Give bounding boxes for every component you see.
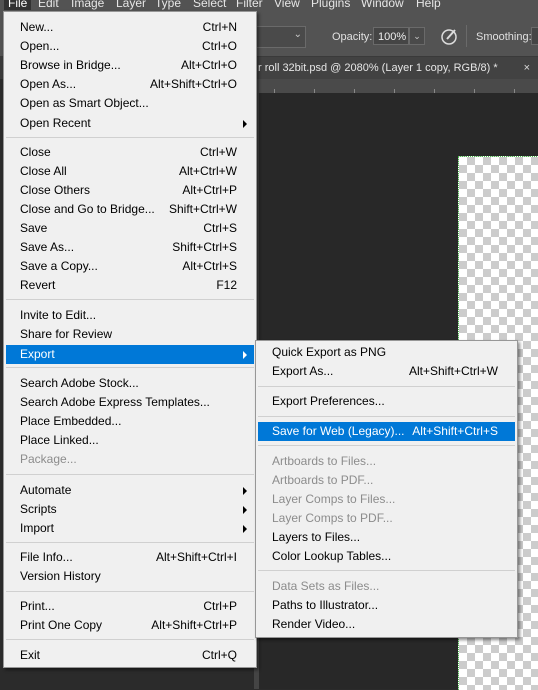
menu-item-open-as-smart-object[interactable]: Open as Smart Object... xyxy=(6,94,254,113)
menu-item-scripts[interactable]: Scripts xyxy=(6,500,254,519)
menu-bar: File Edit Image Layer Type Select Filter… xyxy=(0,0,538,11)
menu-item-file-info[interactable]: File Info... Alt+Shift+Ctrl+I xyxy=(6,548,254,567)
menu-item-save-a-copy[interactable]: Save a Copy... Alt+Ctrl+S xyxy=(6,257,254,276)
chevron-right-icon xyxy=(243,525,247,533)
menu-item-export-as[interactable]: Export As... Alt+Shift+Ctrl+W xyxy=(258,362,515,381)
menu-plugins[interactable]: Plugins xyxy=(311,0,350,10)
opacity-dropdown[interactable]: ⌄ xyxy=(409,27,425,45)
menu-separator xyxy=(6,299,254,300)
menu-item-exit[interactable]: Exit Ctrl+Q xyxy=(6,646,254,665)
smoothing-label: Smoothing: xyxy=(476,31,532,43)
menu-item-print-one-copy[interactable]: Print One Copy Alt+Shift+Ctrl+P xyxy=(6,616,254,635)
menu-item-place-linked[interactable]: Place Linked... xyxy=(6,431,254,450)
menu-item-revert[interactable]: Revert F12 xyxy=(6,276,254,295)
menu-item-package: Package... xyxy=(20,452,77,466)
menu-separator xyxy=(6,367,254,368)
menu-select[interactable]: Select xyxy=(193,0,226,10)
menu-separator xyxy=(6,639,254,640)
brush-mode-dropdown[interactable]: ⌄ xyxy=(256,26,306,48)
menu-separator xyxy=(6,137,254,138)
chevron-right-icon xyxy=(243,487,247,495)
menu-item-close-all[interactable]: Close All Alt+Ctrl+W xyxy=(6,162,254,181)
pressure-opacity-icon[interactable] xyxy=(438,26,460,46)
menu-item-automate[interactable]: Automate xyxy=(6,481,254,500)
menu-item-search-adobe-express-templates[interactable]: Search Adobe Express Templates... xyxy=(6,393,254,412)
menu-help[interactable]: Help xyxy=(416,0,441,10)
menu-item-export[interactable]: Export xyxy=(6,345,254,364)
menu-type[interactable]: Type xyxy=(155,0,181,10)
chevron-right-icon xyxy=(243,120,247,128)
file-menu: New... Ctrl+N Open... Ctrl+O Browse in Bri… xyxy=(3,11,257,668)
menu-view[interactable]: View xyxy=(274,0,300,10)
menu-item-export-preferences[interactable]: Export Preferences... xyxy=(258,392,515,411)
menu-item-import[interactable]: Import xyxy=(6,519,254,538)
menu-item-open[interactable]: Open... Ctrl+O xyxy=(6,37,254,56)
menu-item-open-as[interactable]: Open As... Alt+Shift+Ctrl+O xyxy=(6,75,254,94)
menu-item-render-video[interactable]: Render Video... xyxy=(258,615,515,634)
menu-filter[interactable]: Filter xyxy=(236,0,263,10)
menu-item-quick-export-as-png[interactable]: Quick Export as PNG xyxy=(258,343,515,362)
chevron-right-icon xyxy=(243,506,247,514)
chevron-down-icon: ⌄ xyxy=(413,31,421,41)
export-submenu: Quick Export as PNG Export As... Alt+Shif… xyxy=(255,340,518,638)
options-divider xyxy=(466,25,467,47)
close-icon[interactable]: × xyxy=(524,57,530,79)
menu-item-paths-to-illustrator[interactable]: Paths to Illustrator... xyxy=(258,596,515,615)
menu-item-artboards-to-files: Artboards to Files... xyxy=(272,454,377,468)
menu-item-color-lookup-tables[interactable]: Color Lookup Tables... xyxy=(258,547,515,566)
menu-item-new[interactable]: New... Ctrl+N xyxy=(6,18,254,37)
menu-item-save-as[interactable]: Save As... Shift+Ctrl+S xyxy=(6,238,254,257)
menu-item-browse-in-bridge[interactable]: Browse in Bridge... Alt+Ctrl+O xyxy=(6,56,254,75)
menu-item-version-history[interactable]: Version History xyxy=(6,567,254,586)
chevron-down-icon: ⌄ xyxy=(293,29,302,40)
opacity-input[interactable]: 100% xyxy=(373,27,409,45)
menu-separator xyxy=(258,386,515,387)
menu-window[interactable]: Window xyxy=(361,0,404,10)
menu-separator xyxy=(258,570,515,571)
menu-edit[interactable]: Edit xyxy=(38,0,59,10)
menu-item-data-sets-as-files: Data Sets as Files... xyxy=(272,579,380,593)
menu-item-close-others[interactable]: Close Others Alt+Ctrl+P xyxy=(6,181,254,200)
menu-item-close-and-go-to-bridge[interactable]: Close and Go to Bridge... Shift+Ctrl+W xyxy=(6,200,254,219)
menu-item-layer-comps-to-files: Layer Comps to Files... xyxy=(272,492,396,506)
menu-item-layer-comps-to-pdf: Layer Comps to PDF... xyxy=(272,511,393,525)
menu-item-save-for-web-legacy[interactable]: Save for Web (Legacy)... Alt+Shift+Ctrl+S xyxy=(258,422,515,441)
document-tab-title: r roll 32bit.psd @ 2080% (Layer 1 copy, … xyxy=(258,62,498,74)
menu-item-share-for-review[interactable]: Share for Review xyxy=(6,325,254,344)
menu-item-save[interactable]: Save Ctrl+S xyxy=(6,219,254,238)
menu-layer[interactable]: Layer xyxy=(116,0,146,10)
menu-item-place-embedded[interactable]: Place Embedded... xyxy=(6,412,254,431)
menu-separator xyxy=(6,591,254,592)
menu-separator xyxy=(6,542,254,543)
menu-separator xyxy=(6,474,254,475)
menu-item-print[interactable]: Print... Ctrl+P xyxy=(6,597,254,616)
menu-separator xyxy=(258,416,515,417)
chevron-right-icon xyxy=(243,351,247,359)
smoothing-input[interactable] xyxy=(531,27,538,45)
menu-item-layers-to-files[interactable]: Layers to Files... xyxy=(258,528,515,547)
menu-image[interactable]: Image xyxy=(71,0,104,10)
menu-item-invite-to-edit[interactable]: Invite to Edit... xyxy=(6,306,254,325)
menu-item-search-adobe-stock[interactable]: Search Adobe Stock... xyxy=(6,374,254,393)
menu-item-artboards-to-pdf: Artboards to PDF... xyxy=(272,473,374,487)
opacity-label: Opacity: xyxy=(332,31,373,43)
menu-separator xyxy=(258,445,515,446)
horizontal-ruler xyxy=(254,79,538,94)
menu-item-open-recent[interactable]: Open Recent xyxy=(6,114,254,133)
document-tab[interactable]: r roll 32bit.psd @ 2080% (Layer 1 copy, … xyxy=(254,57,538,79)
menu-item-close[interactable]: Close Ctrl+W xyxy=(6,143,254,162)
menu-file[interactable]: File xyxy=(4,0,32,10)
